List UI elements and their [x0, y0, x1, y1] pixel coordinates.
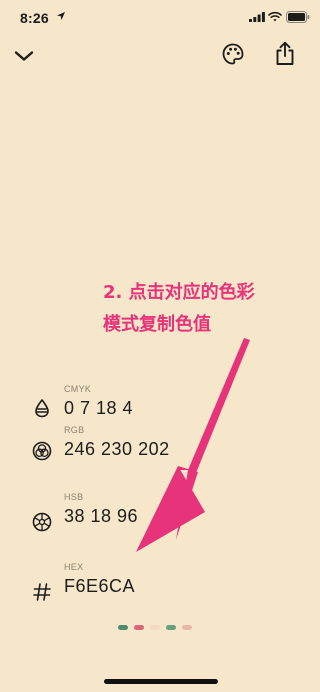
annotation-line-1: 2. 点击对应的色彩 — [103, 282, 255, 303]
home-indicator[interactable] — [104, 679, 218, 684]
color-mode-row-hsb[interactable]: HSB 38 18 96 — [0, 492, 320, 542]
rgb-circles-icon — [32, 441, 52, 461]
page-dot[interactable] — [182, 625, 192, 630]
wifi-icon — [268, 11, 282, 22]
palette-icon[interactable] — [221, 42, 245, 66]
page-dot[interactable] — [134, 625, 144, 630]
color-mode-label: CMYK — [64, 384, 92, 394]
color-mode-label: HEX — [64, 562, 84, 572]
status-time: 8:26 — [20, 10, 49, 26]
collapse-chevron-down-icon[interactable] — [12, 44, 36, 68]
color-mode-label: RGB — [64, 425, 85, 435]
color-mode-value[interactable]: 0 7 18 4 — [64, 398, 133, 419]
page-dot[interactable] — [150, 625, 160, 630]
color-mode-row-rgb[interactable]: RGB 246 230 202 — [0, 425, 320, 475]
hsb-wheel-icon — [32, 512, 52, 532]
page-indicator[interactable] — [118, 625, 192, 631]
hash-icon — [33, 583, 51, 601]
share-icon[interactable] — [273, 40, 297, 66]
color-mode-value[interactable]: F6E6CA — [64, 576, 135, 597]
annotation-text: 2. 点击对应的色彩 模式复制色值 — [103, 277, 313, 341]
color-mode-row-hex[interactable]: HEX F6E6CA — [0, 562, 320, 612]
page-dot[interactable] — [118, 625, 128, 630]
page-dot[interactable] — [166, 625, 176, 630]
cellular-signal-icon — [249, 12, 265, 22]
color-mode-value[interactable]: 38 18 96 — [64, 506, 138, 527]
color-mode-label: HSB — [64, 492, 84, 502]
color-mode-value[interactable]: 246 230 202 — [64, 439, 170, 460]
cmyk-drop-icon — [35, 399, 49, 418]
battery-icon — [286, 11, 310, 23]
location-arrow-icon — [57, 12, 65, 20]
status-bar: 8:26 — [0, 0, 320, 36]
annotation-line-2: 模式复制色值 — [103, 314, 211, 335]
